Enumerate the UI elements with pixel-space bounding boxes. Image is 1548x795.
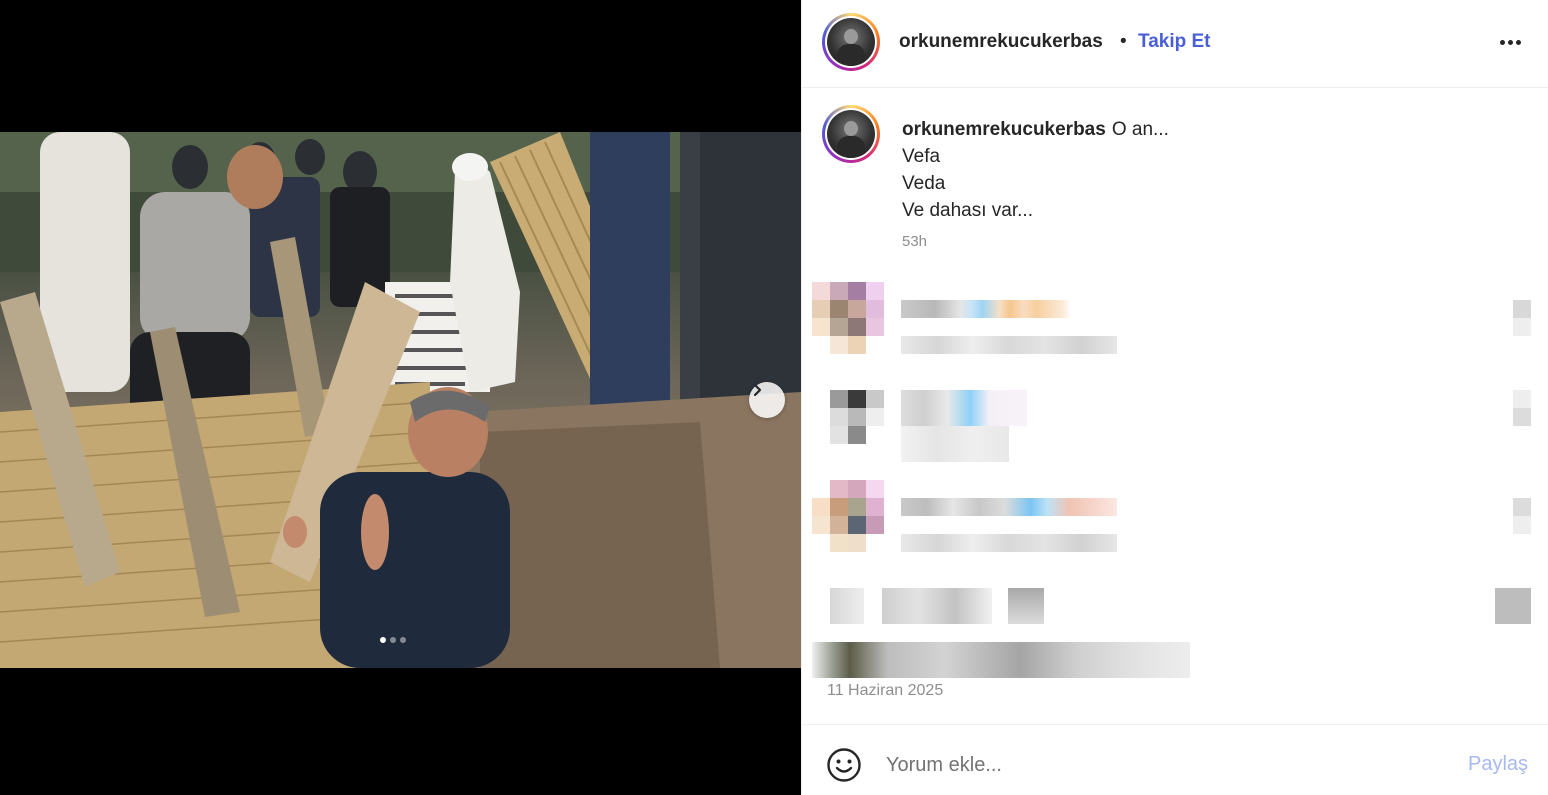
emoji-picker-button[interactable] bbox=[826, 747, 862, 783]
comment-input[interactable] bbox=[886, 747, 1446, 783]
more-options-button[interactable] bbox=[1496, 30, 1524, 54]
header-separator: • bbox=[1120, 31, 1127, 52]
follow-button[interactable]: Takip Et bbox=[1138, 31, 1211, 53]
carousel-dot bbox=[390, 637, 396, 643]
caption-username[interactable]: orkunemrekucukerbas bbox=[902, 119, 1106, 140]
caption-timestamp: 53h bbox=[902, 233, 928, 250]
caption-line: O an... bbox=[1111, 119, 1169, 140]
caption-line: Vefa bbox=[902, 146, 941, 167]
post-photo[interactable] bbox=[0, 132, 801, 668]
carousel-dot bbox=[400, 637, 406, 643]
post-header: orkunemrekucukerbas • Takip Et bbox=[802, 0, 1548, 88]
carousel-dot-active bbox=[380, 637, 386, 643]
caption-text: orkunemrekucukerbas O an... Vefa Veda Ve … bbox=[902, 116, 1169, 224]
smiley-icon bbox=[827, 748, 861, 782]
carousel-indicator bbox=[380, 637, 406, 643]
author-username[interactable]: orkunemrekucukerbas bbox=[899, 31, 1103, 53]
author-avatar[interactable] bbox=[822, 13, 880, 71]
caption-avatar[interactable] bbox=[822, 105, 880, 163]
carousel-next-button[interactable] bbox=[749, 382, 785, 418]
photo-illustration bbox=[0, 132, 801, 668]
chevron-right-icon bbox=[753, 383, 762, 397]
more-horizontal-icon bbox=[1499, 39, 1505, 45]
caption-line: Veda bbox=[902, 173, 946, 194]
comment-composer: Paylaş bbox=[802, 724, 1548, 795]
instagram-post-view: orkunemrekucukerbas • Takip Et orkunemre… bbox=[0, 0, 1548, 795]
post-date: 11 Haziran 2025 bbox=[827, 682, 944, 699]
caption-line: Ve dahası var... bbox=[902, 200, 1033, 221]
media-pane bbox=[0, 0, 801, 795]
post-comment-button[interactable]: Paylaş bbox=[1468, 753, 1528, 776]
post-side-panel: orkunemrekucukerbas • Takip Et orkunemre… bbox=[801, 0, 1548, 795]
